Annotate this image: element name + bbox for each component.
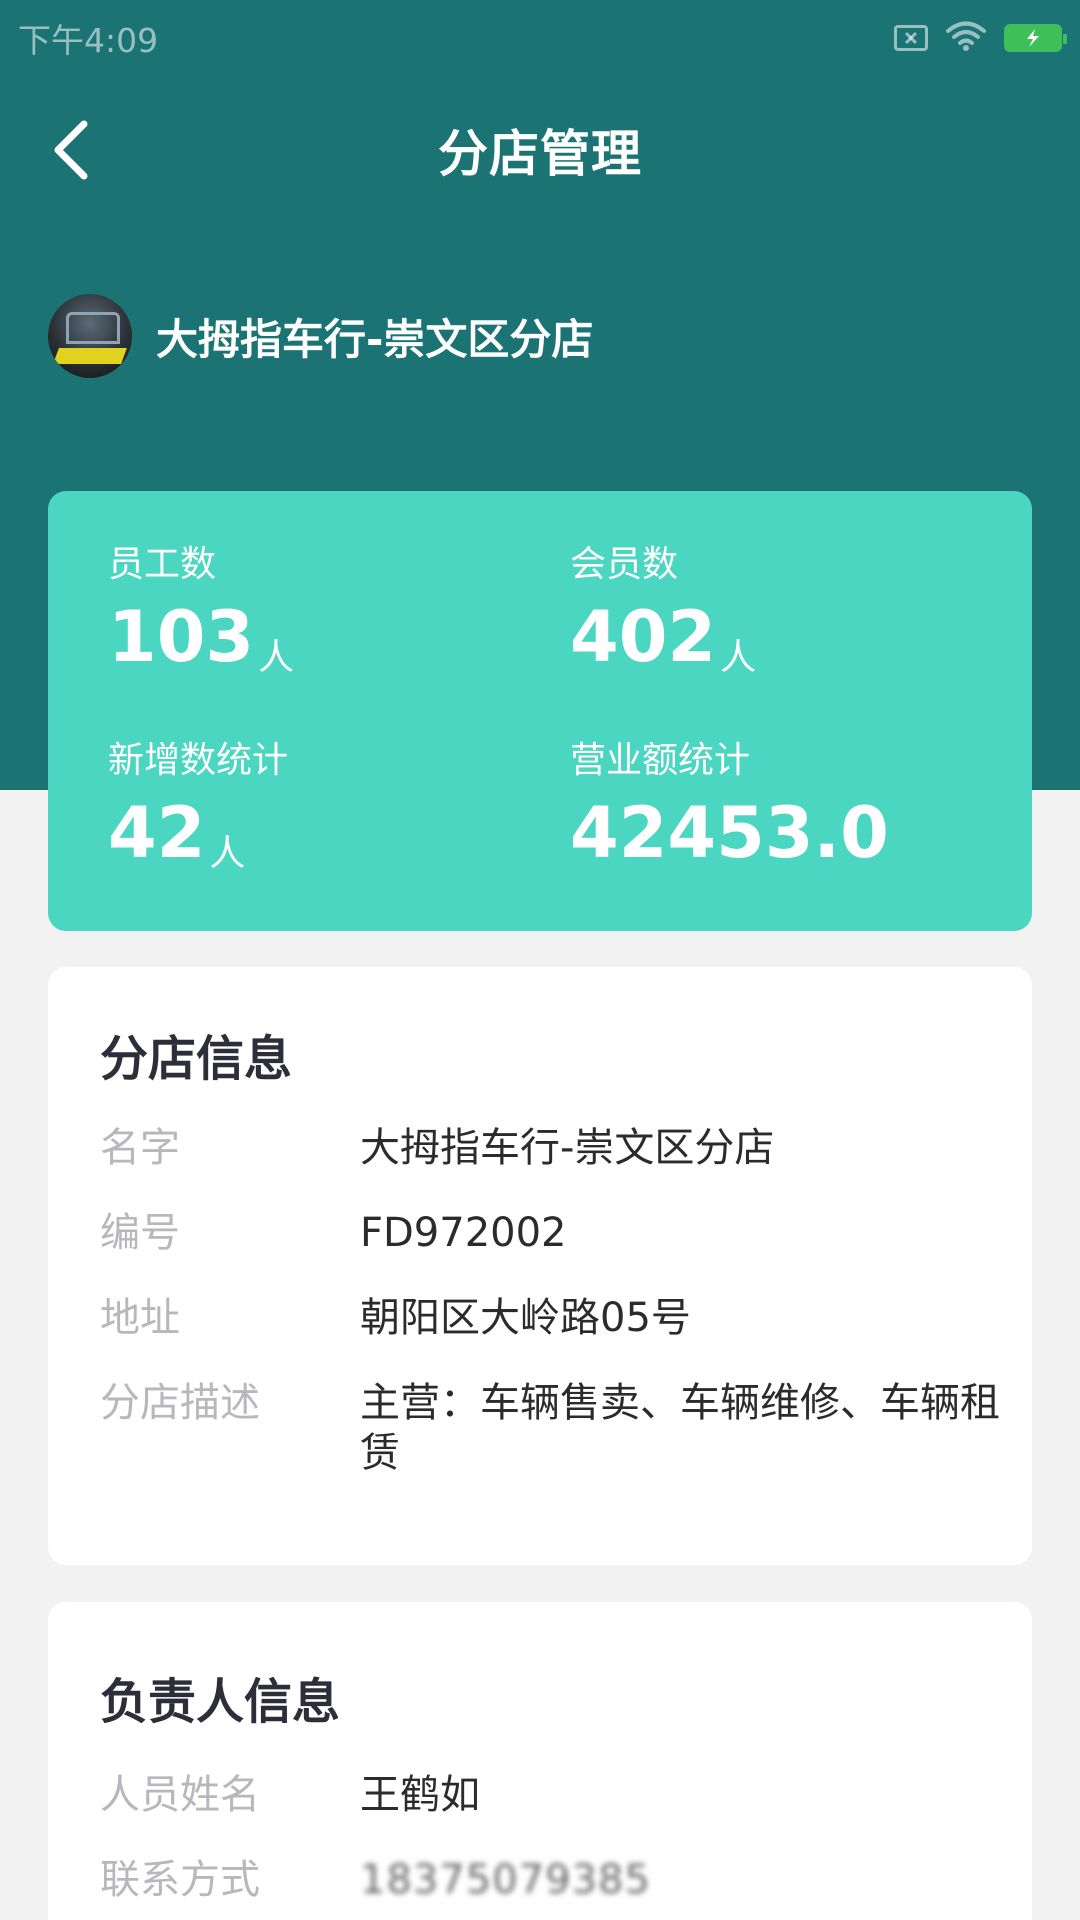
manager-info-card: 负责人信息 人员姓名 王鹤如 联系方式 18375079385: [48, 1602, 1032, 1920]
info-value: FD972002: [360, 1210, 567, 1256]
info-label: 地址: [100, 1295, 180, 1341]
stat-value: 42: [108, 792, 206, 874]
stat-unit: 人: [720, 637, 757, 678]
info-label: 联系方式: [100, 1857, 260, 1903]
info-value: 主营：车辆售卖、车辆维修、车辆租赁: [360, 1380, 1000, 1476]
page-title: 分店管理: [438, 125, 642, 183]
info-value: 朝阳区大岭路05号: [360, 1295, 691, 1341]
status-icons: [894, 20, 1067, 56]
wifi-icon: [946, 20, 986, 56]
stat-new-additions: 新增数统计 42 人: [108, 739, 288, 875]
stat-label: 营业额统计: [570, 740, 751, 781]
title-bar: 分店管理: [0, 100, 1080, 200]
card-title: 分店信息: [100, 1031, 293, 1087]
info-label: 名字: [100, 1125, 180, 1171]
stat-employees: 员工数 103 人: [108, 543, 294, 679]
info-row-name: 名字 大拇指车行-崇文区分店: [100, 1123, 1004, 1173]
store-avatar: [48, 294, 132, 378]
info-row-contact: 联系方式 18375079385: [100, 1855, 1004, 1905]
chevron-left-icon: [54, 120, 88, 180]
store-header: 大拇指车行-崇文区分店: [48, 294, 593, 378]
stat-unit: 人: [258, 637, 295, 678]
stat-unit: 人: [209, 833, 246, 874]
info-label: 分店描述: [100, 1380, 260, 1426]
info-label: 人员姓名: [100, 1772, 260, 1818]
info-value: 王鹤如: [360, 1772, 480, 1818]
branch-info-card: 分店信息 名字 大拇指车行-崇文区分店 编号 FD972002 地址 朝阳区大岭…: [48, 967, 1032, 1565]
card-title: 负责人信息: [100, 1674, 341, 1730]
stat-label: 会员数: [570, 544, 679, 585]
info-label: 编号: [100, 1210, 180, 1256]
stat-value: 42453.0: [570, 792, 889, 874]
status-bar: 下午4:09: [0, 0, 1080, 75]
sim-error-icon: [894, 24, 928, 51]
contact-phone[interactable]: 18375079385: [360, 1855, 651, 1905]
screen: 下午4:09 分店管理 大拇指车行-崇文区分店 员工数 103 人 会员数 40…: [0, 0, 1080, 1920]
battery-charging-icon: [1004, 23, 1067, 52]
info-row-address: 地址 朝阳区大岭路05号: [100, 1293, 1004, 1343]
info-row-code: 编号 FD972002: [100, 1208, 1004, 1258]
stat-label: 员工数: [108, 544, 217, 585]
stat-label: 新增数统计: [108, 740, 289, 781]
back-button[interactable]: [40, 118, 100, 182]
stat-value: 402: [570, 596, 717, 678]
store-name: 大拇指车行-崇文区分店: [156, 314, 594, 364]
info-row-manager-name: 人员姓名 王鹤如: [100, 1770, 1004, 1820]
info-value: 大拇指车行-崇文区分店: [360, 1125, 775, 1171]
info-row-description: 分店描述 主营：车辆售卖、车辆维修、车辆租赁: [100, 1378, 1004, 1478]
status-time: 下午4:09: [18, 20, 159, 60]
stat-revenue: 营业额统计 42453.0: [570, 739, 893, 875]
stats-card: 员工数 103 人 会员数 402 人 新增数统计 42 人 营业额统计 424…: [48, 491, 1032, 931]
stat-value: 103: [108, 596, 255, 678]
stat-members: 会员数 402 人: [570, 543, 756, 679]
